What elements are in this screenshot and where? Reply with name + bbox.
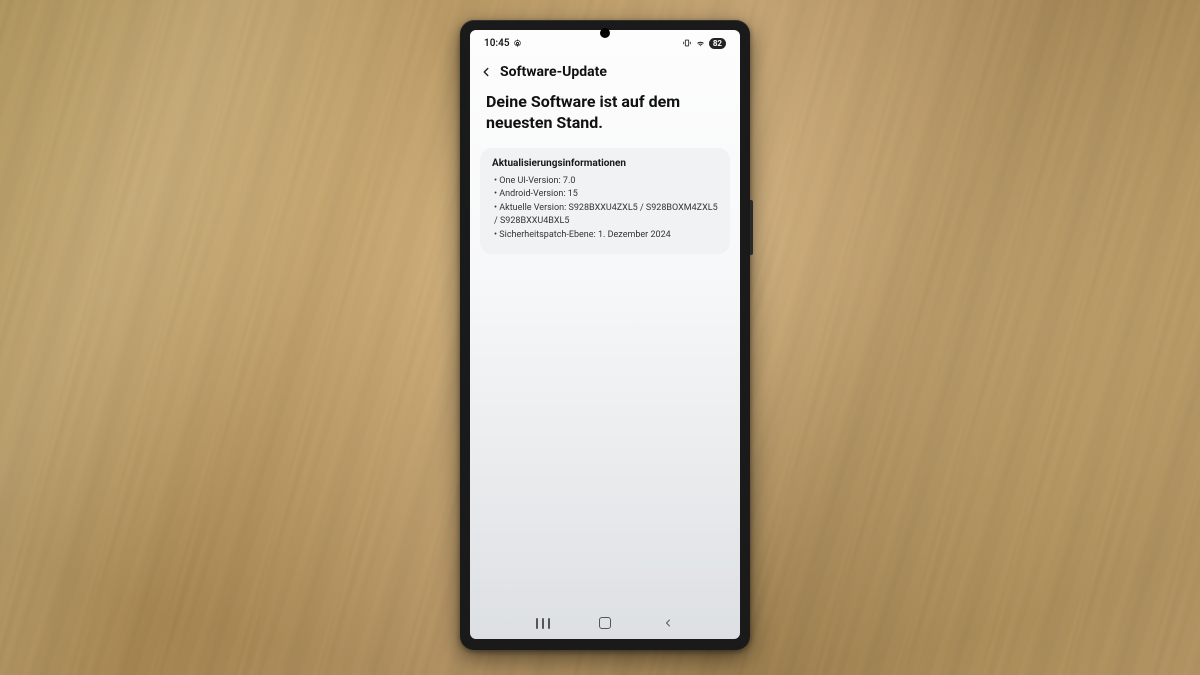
nav-back-button[interactable] bbox=[648, 614, 688, 632]
info-item-one-ui: • One UI-Version: 7.0 bbox=[492, 175, 718, 189]
status-headline: Deine Software ist auf dem neuesten Stan… bbox=[470, 86, 740, 148]
info-card-title: Aktualisierungsinformationen bbox=[492, 158, 718, 169]
vibrate-icon bbox=[682, 38, 692, 48]
recents-button[interactable] bbox=[523, 614, 563, 632]
back-button[interactable] bbox=[478, 64, 494, 80]
recents-icon bbox=[536, 618, 550, 629]
home-button[interactable] bbox=[585, 614, 625, 632]
phone-frame: 10:45 82 bbox=[460, 20, 750, 650]
battery-percent: 82 bbox=[713, 39, 722, 48]
battery-indicator: 82 bbox=[709, 38, 726, 49]
wifi-icon bbox=[695, 38, 706, 48]
navigation-bar bbox=[470, 609, 740, 639]
info-item-version: • Aktuelle Version: S928BXXU4ZXL5 / S928… bbox=[492, 202, 718, 229]
update-info-card: Aktualisierungsinformationen • One UI-Ve… bbox=[480, 148, 730, 255]
chevron-left-icon bbox=[662, 617, 674, 629]
power-button[interactable] bbox=[750, 200, 753, 255]
home-icon bbox=[599, 617, 611, 629]
chevron-left-icon bbox=[479, 65, 493, 79]
status-time: 10:45 bbox=[484, 38, 510, 49]
settings-icon bbox=[513, 39, 522, 48]
page-header: Software-Update bbox=[470, 56, 740, 86]
info-item-patch: • Sicherheitspatch-Ebene: 1. Dezember 20… bbox=[492, 229, 718, 243]
front-camera bbox=[600, 28, 610, 38]
page-title: Software-Update bbox=[500, 64, 607, 80]
phone-screen: 10:45 82 bbox=[470, 30, 740, 639]
info-item-android: • Android-Version: 15 bbox=[492, 188, 718, 202]
